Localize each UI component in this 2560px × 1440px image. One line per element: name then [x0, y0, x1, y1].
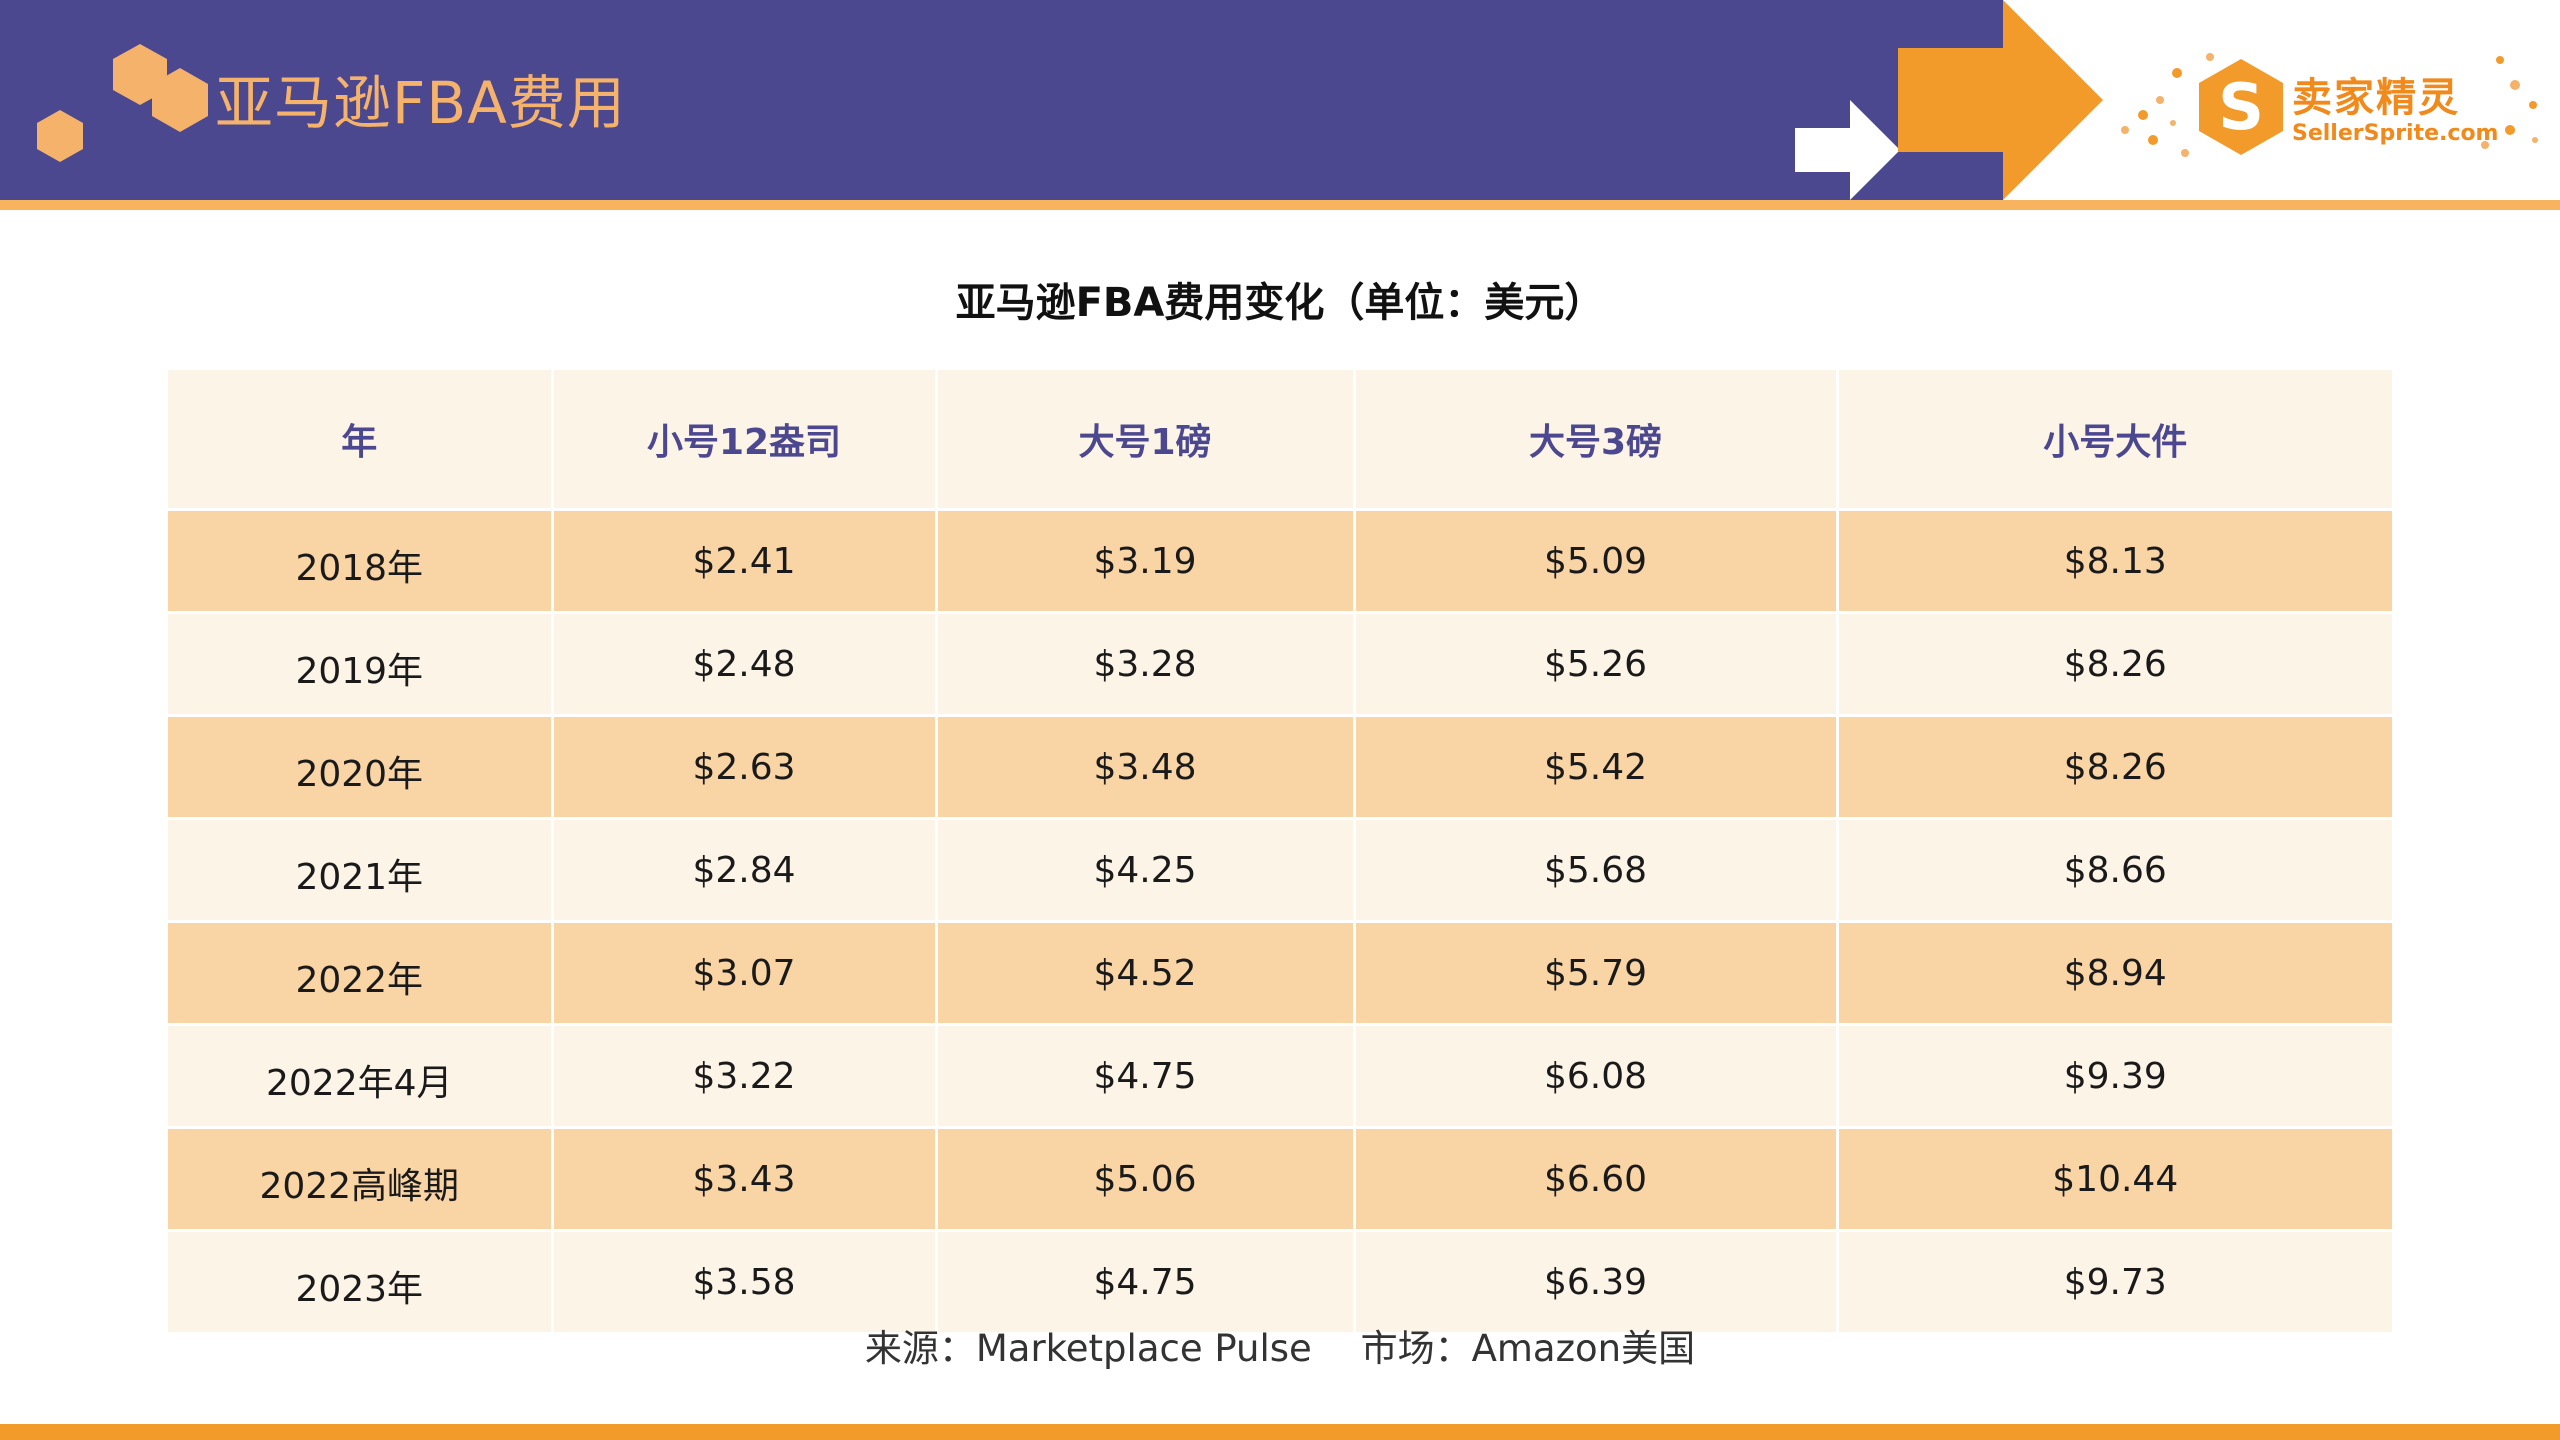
column-header-small-oversize: 小号大件 — [1837, 370, 2392, 511]
seller-sprite-logo: S 卖家精灵 SellerSprite.com — [2115, 45, 2545, 170]
page-title: 亚马逊FBA费用 — [215, 69, 626, 137]
cell-fee: $8.66 — [1837, 818, 2392, 923]
cell-fee: $8.13 — [1837, 509, 2392, 614]
cell-fee: $8.26 — [1837, 715, 2392, 820]
column-header-large-1lb: 大号1磅 — [936, 370, 1356, 511]
cell-fee: $6.60 — [1354, 1127, 1839, 1232]
logo-mark-icon: S — [2199, 59, 2283, 155]
cell-year: 2019年 — [168, 612, 554, 717]
table-header-row: 年 小号12盎司 大号1磅 大号3磅 小号大件 — [168, 370, 2392, 511]
cell-fee: $8.94 — [1837, 921, 2392, 1026]
cell-fee: $8.26 — [1837, 612, 2392, 717]
cell-fee: $5.42 — [1354, 715, 1839, 820]
cell-fee: $3.19 — [936, 509, 1356, 614]
cell-fee: $5.09 — [1354, 509, 1839, 614]
cell-year: 2022年 — [168, 921, 554, 1026]
column-header-large-3lb: 大号3磅 — [1354, 370, 1839, 511]
logo-text-en: SellerSprite.com — [2292, 121, 2499, 146]
cell-year: 2018年 — [168, 509, 554, 614]
fba-fee-table: 年 小号12盎司 大号1磅 大号3磅 小号大件 2018年 $2.41 $3.1… — [168, 370, 2392, 1335]
footer-bar — [0, 1424, 2560, 1440]
cell-fee: $3.43 — [552, 1127, 938, 1232]
cell-fee: $5.68 — [1354, 818, 1839, 923]
cell-fee: $6.08 — [1354, 1024, 1839, 1129]
table-row: 2020年 $2.63 $3.48 $5.42 $8.26 — [168, 715, 2392, 820]
table-row: 2022年4月 $3.22 $4.75 $6.08 $9.39 — [168, 1024, 2392, 1129]
svg-text:S: S — [2218, 71, 2264, 145]
table-title: 亚马逊FBA费用变化（单位：美元） — [955, 280, 1605, 326]
arrow-right-large-icon — [1898, 0, 2103, 200]
cell-fee: $10.44 — [1837, 1127, 2392, 1232]
column-header-small-12oz: 小号12盎司 — [552, 370, 938, 511]
cell-fee: $5.06 — [936, 1127, 1356, 1232]
cell-fee: $3.48 — [936, 715, 1356, 820]
cell-fee: $4.52 — [936, 921, 1356, 1026]
hexagon-cluster-icon — [37, 44, 208, 162]
cell-fee: $3.28 — [936, 612, 1356, 717]
table-row: 2021年 $2.84 $4.25 $5.68 $8.66 — [168, 818, 2392, 923]
table-row: 2019年 $2.48 $3.28 $5.26 $8.26 — [168, 612, 2392, 717]
cell-year: 2020年 — [168, 715, 554, 820]
cell-year: 2022高峰期 — [168, 1127, 554, 1232]
cell-fee: $4.25 — [936, 818, 1356, 923]
table-row: 2018年 $2.41 $3.19 $5.09 $8.13 — [168, 509, 2392, 614]
cell-fee: $2.63 — [552, 715, 938, 820]
cell-year: 2021年 — [168, 818, 554, 923]
cell-fee: $3.07 — [552, 921, 938, 1026]
cell-fee: $2.84 — [552, 818, 938, 923]
logo-text-cn: 卖家精灵 — [2292, 75, 2460, 121]
table-row: 2022高峰期 $3.43 $5.06 $6.60 $10.44 — [168, 1127, 2392, 1232]
source-note: 来源：Marketplace Pulse 市场：Amazon美国 — [864, 1327, 1696, 1370]
cell-fee: $5.26 — [1354, 612, 1839, 717]
cell-fee: $5.79 — [1354, 921, 1839, 1026]
cell-fee: $4.75 — [936, 1024, 1356, 1129]
cell-fee: $9.39 — [1837, 1024, 2392, 1129]
cell-fee: $2.48 — [552, 612, 938, 717]
cell-fee: $3.22 — [552, 1024, 938, 1129]
cell-fee: $2.41 — [552, 509, 938, 614]
arrow-right-icon — [1795, 100, 1900, 200]
column-header-year: 年 — [168, 370, 554, 511]
table-row: 2022年 $3.07 $4.52 $5.79 $8.94 — [168, 921, 2392, 1026]
cell-year: 2022年4月 — [168, 1024, 554, 1129]
header-underline — [0, 200, 2560, 210]
